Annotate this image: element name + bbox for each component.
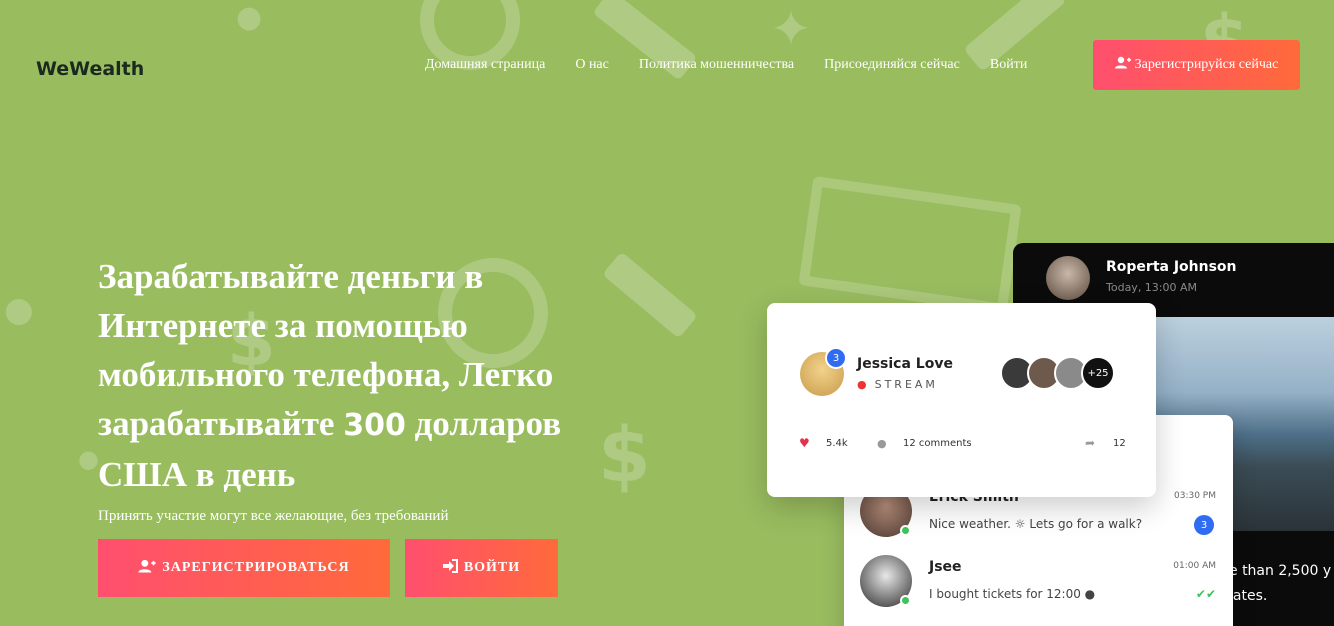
- nav-fraud-policy[interactable]: Политика мошенничества: [639, 57, 794, 73]
- nav-home[interactable]: Домашняя страница: [425, 57, 545, 73]
- read-check-icon: ✔✔: [1195, 587, 1216, 601]
- header-register-label: Зарегистрируйся сейчас: [1134, 57, 1279, 72]
- chat-message: I bought tickets for 12:00 ●: [929, 587, 1096, 601]
- nav-join[interactable]: Присоединяйся сейчас: [824, 57, 960, 73]
- avatar: [1046, 256, 1090, 300]
- nav-login[interactable]: Войти: [990, 57, 1027, 73]
- nav-about[interactable]: О нас: [575, 57, 609, 73]
- comment-icon[interactable]: ●: [877, 437, 887, 450]
- viewer-avatars: +25: [1000, 356, 1115, 390]
- bill-decoration: [798, 175, 1022, 315]
- chat-time: 03:30 PM: [1174, 491, 1216, 501]
- logo[interactable]: WeWealth: [36, 58, 144, 80]
- post-caption-line: lates.: [1229, 588, 1268, 604]
- likes-count: 5.4k: [826, 438, 848, 449]
- share-icon[interactable]: ➦: [1085, 436, 1095, 450]
- site-header: WeWealth Домашняя страница О нас Политик…: [0, 0, 1334, 130]
- post-time: Today, 13:00 AM: [1106, 281, 1198, 294]
- dollar-decoration: $: [598, 410, 651, 499]
- dot-decoration: ●: [78, 445, 99, 473]
- chat-row[interactable]: Jsee I bought tickets for 12:00 ● 01:00 …: [860, 555, 1220, 615]
- chat-message: Nice weather. ☼ Lets go for a walk?: [929, 517, 1143, 531]
- register-button[interactable]: ЗАРЕГИСТРИРОВАТЬСЯ: [98, 539, 390, 597]
- stream-post-card: 3 Jessica Love ● STREAM +25 ♥ 5.4k ● 12 c…: [767, 303, 1156, 497]
- bar-decoration: [602, 251, 698, 339]
- hero-title: Зарабатывайте деньги в Интернете за помо…: [98, 252, 578, 499]
- online-indicator: [900, 525, 911, 536]
- stream-label: ● STREAM: [857, 378, 938, 391]
- post-author-name: Roperta Johnson: [1106, 259, 1237, 275]
- stream-label-text: STREAM: [874, 378, 938, 391]
- main-nav: Домашняя страница О нас Политика мошенни…: [425, 57, 1027, 73]
- hero-subtitle: Принять участие могут все желающие, без …: [98, 508, 449, 524]
- chat-name: Jsee: [929, 559, 962, 575]
- dot-decoration: ●: [4, 290, 34, 330]
- stream-author-name: Jessica Love: [857, 356, 953, 372]
- comments-count: 12 comments: [903, 438, 972, 449]
- chat-time: 01:00 AM: [1173, 561, 1216, 571]
- online-indicator: [900, 595, 911, 606]
- login-button-label: ВОЙТИ: [463, 560, 521, 575]
- register-button-label: ЗАРЕГИСТРИРОВАТЬСЯ: [162, 560, 350, 575]
- shares-count: 12: [1113, 438, 1126, 449]
- post-caption: e than 2,500 y lates.: [1229, 559, 1331, 609]
- user-plus-icon: [1114, 56, 1131, 74]
- notification-badge: 3: [825, 347, 847, 369]
- login-button[interactable]: ВОЙТИ: [405, 539, 558, 597]
- user-plus-icon: [138, 559, 156, 578]
- live-dot-icon: ●: [857, 378, 867, 391]
- post-caption-line: e than 2,500 y: [1229, 563, 1332, 579]
- unread-badge: 3: [1194, 515, 1214, 535]
- viewer-count: +25: [1081, 356, 1115, 390]
- heart-icon[interactable]: ♥: [799, 436, 810, 450]
- hero-title-number: 300: [343, 408, 406, 443]
- header-register-button[interactable]: Зарегистрируйся сейчас: [1093, 40, 1300, 90]
- sign-in-icon: [442, 558, 458, 578]
